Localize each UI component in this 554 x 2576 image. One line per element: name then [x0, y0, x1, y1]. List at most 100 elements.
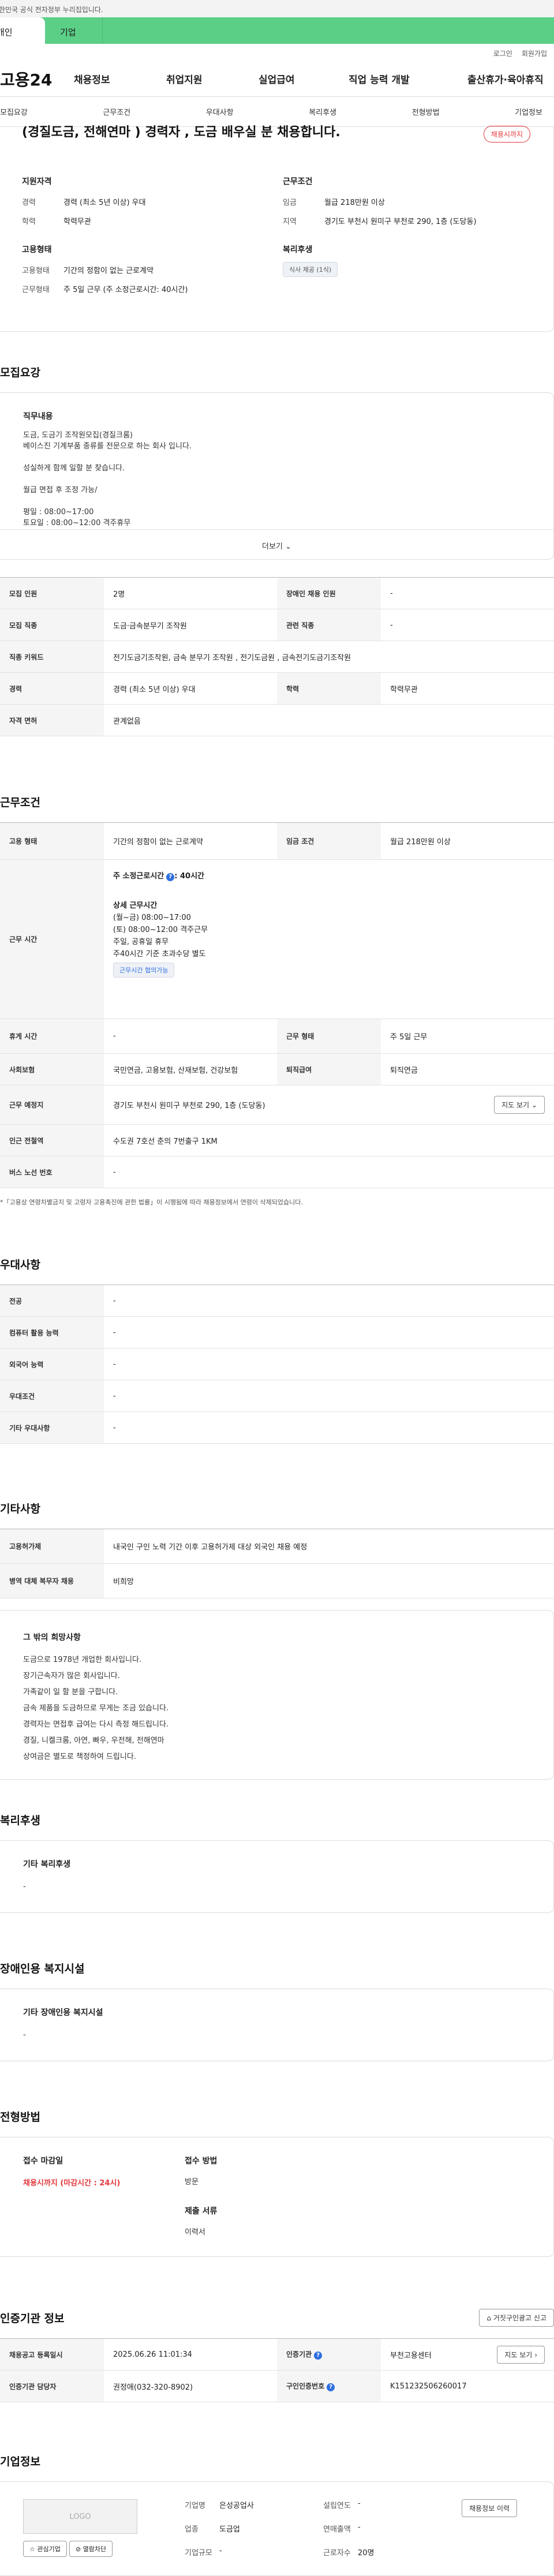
- nav-leave[interactable]: 출산휴가·육아휴직: [467, 72, 544, 86]
- favorite-button[interactable]: ☆ 관심기업: [23, 2541, 67, 2557]
- report-button[interactable]: ⌂ 거짓구인광고 신고: [479, 2309, 554, 2327]
- table-value: 학력무관: [381, 672, 554, 705]
- agency-map-button[interactable]: 지도 보기 ›: [497, 2345, 545, 2364]
- free-line: 도금으로 1978년 개업한 회사입니다.: [23, 1656, 142, 1664]
- job-title: (경질도금, 전해연마 ) 경력자 , 도금 배우실 분 채용합니다.: [22, 125, 340, 140]
- deadline-value: 채용시까지 (마감시간 : 24시): [23, 2179, 121, 2188]
- subnav-method[interactable]: 전형방법: [412, 106, 440, 117]
- table-key: 고용허가제: [0, 1529, 104, 1564]
- wage-label: 임금: [283, 199, 297, 207]
- table-key: 구인인증번호?: [277, 2370, 381, 2402]
- welfare-box-head: 기타 복리후생: [23, 1860, 71, 1869]
- chevron-right-icon: ›: [534, 2350, 537, 2359]
- table-row: 고용 형태 기간의 정함이 없는 근로계약 임금 조건 월급 218만원 이상: [0, 822, 554, 860]
- table-row: 전공 -: [0, 1285, 554, 1317]
- table-value: -: [104, 1348, 554, 1380]
- table-row: 고용허가제 내국인 구인 노력 기간 이후 고용허가제 대상 외국인 채용 예정: [0, 1529, 554, 1564]
- table-value: 퇴직연금: [381, 1053, 554, 1085]
- deadline-head: 접수 마감일: [23, 2156, 63, 2166]
- hours-week-value: : 40시간: [174, 872, 204, 881]
- info-icon[interactable]: ?: [327, 2383, 335, 2391]
- hours-detail-line: 주40시간 기준 초과수당 별도: [113, 950, 206, 958]
- tab-personal[interactable]: 개인: [0, 17, 45, 44]
- map-button[interactable]: 지도 보기 ⌄: [494, 1096, 545, 1114]
- preference-table: 전공 - 컴퓨터 활용 능력 - 외국어 능력 - 우대조건 - 기타 우대사항 -: [0, 1285, 554, 1444]
- info-icon[interactable]: ?: [314, 2352, 323, 2360]
- table-row: 인근 전철역 수도권 7호선 춘의 7번출구 1KM: [0, 1124, 554, 1156]
- gov-banner: 이 누리집은 대한민국 공식 전자정부 누리집입니다.: [0, 0, 554, 17]
- table-key: 우대조건: [0, 1380, 104, 1412]
- subnav-conditions[interactable]: 근무조건: [103, 106, 130, 117]
- desc-line: 베이스진 기계부품 종류를 전문으로 하는 회사 입니다.: [23, 442, 192, 451]
- history-button[interactable]: 채용정보 이력: [462, 2499, 518, 2517]
- table-value: 2025.06.26 11:01:34: [104, 2338, 277, 2371]
- free-line: 가족같이 일 할 분을 구합니다.: [23, 1688, 118, 1697]
- login-link[interactable]: 로그인: [493, 48, 512, 61]
- conditions-table: 고용 형태 기간의 정함이 없는 근로계약 임금 조건 월급 218만원 이상 …: [0, 822, 554, 1188]
- free-line: 금속 제품을 도금하므로 무게는 조금 있습니다.: [23, 1704, 169, 1713]
- table-row: 외국어 능력 -: [0, 1348, 554, 1380]
- edu-label: 학력: [22, 218, 36, 226]
- etc-free-box: 그 밖의 희망사항 도금으로 1978년 개업한 회사입니다. 장기근속자가 많…: [0, 1610, 554, 1780]
- table-value: 수도권 7호선 춘의 7번출구 1KM: [104, 1124, 554, 1156]
- preference-title: 우대사항: [0, 1259, 40, 1271]
- table-key: 사회보험: [0, 1053, 104, 1085]
- company-box: LOGO ☆ 관심기업 ⊘ 열람차단 기업명 은성공업사 업종 도금업 기업규모 - 설…: [0, 2481, 554, 2576]
- table-value: 전기도금기조작원, 금속 분무기 조작원 , 전기도금원 , 금속전기도금기조작…: [104, 641, 554, 673]
- block-button[interactable]: ⊘ 열람차단: [69, 2541, 113, 2557]
- region-label: 지역: [283, 218, 297, 226]
- table-value: K151232506260017: [381, 2370, 554, 2402]
- nav-benefit[interactable]: 실업급여: [259, 72, 349, 86]
- desc-line: [23, 496, 530, 507]
- welfare-box: 기타 복리후생 -: [0, 1840, 554, 1913]
- subnav-welfare[interactable]: 복리후생: [309, 106, 336, 117]
- desc-line: 월급 면접 후 조정 가능/: [23, 486, 98, 495]
- location-cell: 경기도 부천시 원미구 부천로 290, 1층 (도당동) 지도 보기 ⌄: [104, 1085, 554, 1125]
- gov-banner-text: 이 누리집은 대한민국 공식 전자정부 누리집입니다.: [0, 6, 103, 14]
- company-name-label: 기업명: [185, 2502, 205, 2510]
- tab-business[interactable]: 기업: [45, 17, 103, 44]
- etc-title: 기타사항: [0, 1503, 40, 1515]
- table-row: 직종 키워드 전기도금기조작원, 금속 분무기 조작원 , 전기도금원 , 금속…: [0, 641, 554, 673]
- job-desc-box: 직무내용 도금, 도금기 조작원모집(경질크롬) 베이스진 기계부품 종류를 전…: [0, 392, 554, 560]
- desc-head: 직무내용: [23, 412, 53, 421]
- main-nav: 고용24 채용정보 취업지원 실업급여 직업 능력 개발 출산휴가·육아휴직: [0, 61, 554, 97]
- free-line: 경질, 니켈크롬, 아연, 빠우, 우전해, 전해연마: [23, 1736, 164, 1745]
- nav-training[interactable]: 직업 능력 개발: [349, 72, 467, 86]
- disabled-box: 기타 장애인용 복지시설 -: [0, 1989, 554, 2061]
- table-key: 관련 직종: [277, 609, 381, 641]
- age-note: *「고용상 연령차별금지 및 고령자 고용촉진에 관한 법률」이 시행됨에 따라…: [0, 1199, 303, 1206]
- chevron-down-icon: ⌄: [531, 1101, 537, 1109]
- free-head: 그 밖의 희망사항: [23, 1633, 81, 1642]
- subnav-company[interactable]: 기업정보: [515, 106, 542, 117]
- table-key: 인근 전철역: [0, 1124, 104, 1156]
- nav-jobs[interactable]: 채용정보: [74, 72, 166, 86]
- table-value: 내국인 구인 노력 기간 이후 고용허가제 대상 외국인 채용 예정: [104, 1529, 554, 1564]
- free-line: 장기근속자가 많은 회사입니다.: [23, 1672, 120, 1680]
- sales-label: 연매출액: [323, 2525, 351, 2534]
- deadline-badge: 채용시까지: [483, 126, 530, 143]
- company-title: 기업정보: [0, 2455, 40, 2468]
- wage-value: 월급 218만원 이상: [324, 199, 385, 207]
- subnav-preference[interactable]: 우대사항: [206, 106, 234, 117]
- info-icon[interactable]: ?: [166, 873, 175, 881]
- industry-value: 도금업: [219, 2525, 240, 2534]
- more-button[interactable]: 더보기 ⌄: [0, 529, 553, 559]
- nav-support[interactable]: 취업지원: [166, 72, 259, 86]
- more-label: 더보기: [262, 542, 283, 551]
- table-row: 휴게 시간 - 근무 형태 주 5일 근무: [0, 1019, 554, 1054]
- agency-table: 채용공고 등록일시 2025.06.26 11:01:34 인증기관? 부천고용…: [0, 2338, 554, 2402]
- scale-value: -: [219, 2547, 222, 2555]
- table-key: 장애인 채용 인원: [277, 577, 381, 609]
- table-row: 기타 우대사항 -: [0, 1411, 554, 1444]
- join-link[interactable]: 회원가입: [522, 48, 547, 61]
- disabled-box-head: 기타 장애인용 복지시설: [23, 2008, 103, 2017]
- section-nav: 모집요강 근무조건 우대사항 복리후생 전형방법 기업정보: [0, 97, 554, 127]
- table-key: 고용 형태: [0, 822, 104, 860]
- table-row: 모집 직종 도금·금속분무기 조작원 관련 직종 -: [0, 609, 554, 641]
- table-key: 근무 예정지: [0, 1085, 104, 1125]
- table-row: 경력 경력 (최소 5년 이상) 우대 학력 학력무관: [0, 672, 554, 705]
- subnav-recruit[interactable]: 모집요강: [0, 106, 28, 117]
- site-logo[interactable]: 고용24: [0, 68, 67, 91]
- table-value: -: [104, 1411, 554, 1444]
